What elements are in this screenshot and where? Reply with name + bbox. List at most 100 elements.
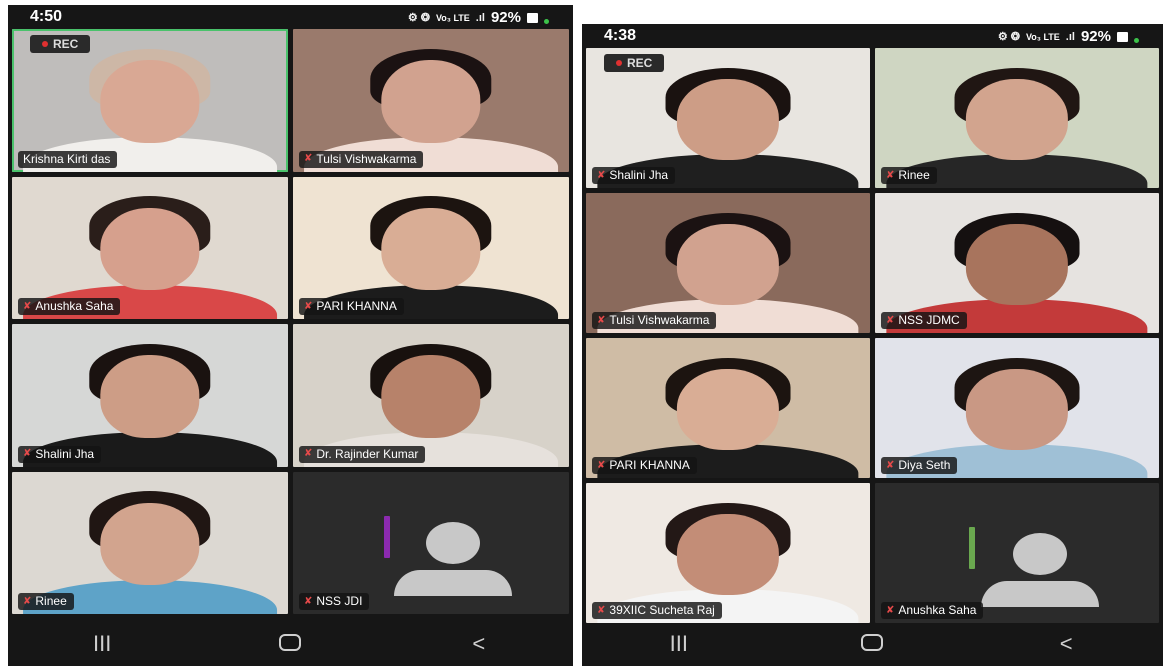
participant-face — [676, 368, 780, 450]
video-grid: Krishna Kirti das REC ✘ Tulsi Vishwakarma … — [12, 29, 569, 614]
mic-muted-icon: ✘ — [886, 314, 895, 326]
participant-tile[interactable]: ✘ Shalini Jha REC — [586, 48, 870, 188]
participant-name-tag: ✘ PARI KHANNA — [592, 457, 697, 474]
participant-name: NSS JDMC — [898, 313, 960, 327]
mic-muted-icon: ✘ — [304, 595, 313, 607]
participant-name: Tulsi Vishwakarma — [609, 313, 710, 327]
battery-icon — [1117, 31, 1128, 42]
participant-tile[interactable]: Krishna Kirti das REC — [12, 29, 288, 172]
recording-badge: REC — [30, 35, 91, 53]
home-button[interactable] — [842, 631, 902, 657]
participant-tile[interactable]: ✘ 39XIIC Sucheta Raj — [586, 483, 870, 623]
participant-face — [676, 513, 780, 595]
participant-tile[interactable]: ✘ Shalini Jha — [12, 324, 288, 467]
participant-name: Anushka Saha — [35, 299, 114, 313]
status-icons: ⚙ ❂ Vo₃ LTE .ıl 92% — [998, 28, 1139, 45]
participant-face — [100, 60, 200, 143]
participant-tile[interactable]: ✘ Dr. Rajinder Kumar — [293, 324, 569, 467]
participant-name: Krishna Kirti das — [23, 151, 111, 166]
status-icons: ⚙ ❂ Vo₃ LTE .ıl 92% — [408, 9, 549, 26]
participant-name: NSS JDI — [316, 594, 363, 608]
android-nav-bar: III < — [582, 622, 1163, 666]
recording-label: REC — [53, 37, 79, 51]
participant-name: Shalini Jha — [35, 446, 95, 461]
mic-muted-icon: ✘ — [886, 604, 895, 616]
status-bar: 4:38 ⚙ ❂ Vo₃ LTE .ıl 92% — [582, 24, 1163, 48]
mic-muted-icon: ✘ — [597, 314, 606, 326]
participant-name: Tulsi Vishwakarma — [316, 151, 417, 166]
participant-name: Shalini Jha — [609, 168, 669, 182]
participant-name-tag: ✘ Shalini Jha — [592, 167, 676, 184]
battery-percent: 92% — [1080, 28, 1111, 45]
signal-icon: .ıl — [1065, 30, 1075, 43]
participant-name-tag: ✘ NSS JDMC — [881, 312, 967, 329]
mic-muted-icon: ✘ — [597, 169, 606, 181]
alarm-bluetooth-icon: ⚙ ❂ — [997, 31, 1020, 43]
participant-tile[interactable]: ✘ Anushka Saha — [12, 176, 288, 319]
participant-face — [100, 355, 200, 438]
participant-name: Rinee — [898, 168, 930, 182]
participant-face — [100, 502, 200, 586]
mic-muted-icon: ✘ — [23, 448, 32, 459]
home-icon — [861, 634, 884, 651]
network-label: Vo₃ LTE — [435, 12, 470, 23]
participant-tile[interactable]: ✘ PARI KHANNA — [586, 338, 870, 478]
participant-name: Diya Seth — [898, 458, 951, 472]
participant-tile[interactable]: ✘ Anushka Saha — [875, 483, 1159, 623]
participant-name-tag: ✘ Anushka Saha — [18, 298, 121, 315]
participant-name-tag: ✘ Rinee — [881, 167, 937, 184]
participant-tile[interactable]: ✘ Rinee — [12, 471, 288, 614]
alarm-bluetooth-icon: ⚙ ❂ — [407, 12, 430, 24]
status-time: 4:50 — [30, 8, 63, 25]
participant-face — [965, 78, 1069, 160]
recent-apps-button[interactable]: III — [649, 631, 709, 657]
participant-tile[interactable]: ✘ NSS JDI — [293, 471, 569, 614]
camera-indicator-icon — [544, 19, 549, 24]
participant-name-tag: ✘ Diya Seth — [881, 457, 958, 474]
camera-indicator-icon — [1134, 38, 1139, 43]
participant-name-tag: ✘ 39XIIC Sucheta Raj — [592, 602, 722, 619]
participant-face — [381, 355, 481, 438]
participant-name-tag: ✘ NSS JDI — [299, 593, 370, 610]
signal-icon: .ıl — [475, 11, 485, 24]
recording-label: REC — [627, 56, 653, 70]
participant-name-tag: ✘ Tulsi Vishwakarma — [592, 312, 717, 329]
mic-muted-icon: ✘ — [886, 459, 895, 471]
android-nav-bar: III < — [8, 622, 573, 666]
mic-muted-icon: ✘ — [886, 169, 895, 181]
participant-face — [381, 207, 481, 291]
participant-face — [965, 223, 1069, 305]
audio-level-bar — [384, 515, 391, 558]
participant-face — [100, 207, 200, 291]
participant-tile[interactable]: ✘ Rinee — [875, 48, 1159, 188]
participant-tile[interactable]: ✘ Tulsi Vishwakarma — [293, 29, 569, 172]
participant-tile[interactable]: ✘ Diya Seth — [875, 338, 1159, 478]
mic-muted-icon: ✘ — [597, 459, 606, 471]
participant-name-tag: ✘ Rinee — [18, 593, 74, 610]
back-button[interactable]: < — [1036, 631, 1096, 657]
recording-badge: REC — [604, 54, 665, 72]
home-button[interactable] — [260, 631, 320, 657]
participant-name-tag: ✘ PARI KHANNA — [299, 298, 404, 315]
participant-name: Dr. Rajinder Kumar — [316, 446, 419, 461]
participant-face — [676, 78, 780, 160]
participant-face — [676, 223, 780, 305]
participant-name-tag: ✘ Tulsi Vishwakarma — [299, 150, 424, 168]
participant-tile[interactable]: ✘ Tulsi Vishwakarma — [586, 193, 870, 333]
home-icon — [279, 634, 302, 651]
participant-tile[interactable]: ✘ NSS JDMC — [875, 193, 1159, 333]
mic-muted-icon: ✘ — [304, 153, 313, 164]
mic-muted-icon: ✘ — [23, 300, 32, 312]
battery-percent: 92% — [490, 9, 521, 26]
audio-level-bar — [968, 527, 975, 569]
participant-face — [381, 60, 481, 143]
mic-muted-icon: ✘ — [304, 300, 313, 312]
participant-name-tag: ✘ Shalini Jha — [18, 445, 102, 463]
video-grid: ✘ Shalini Jha REC ✘ Rinee ✘ Tulsi Vishwakarm… — [586, 48, 1159, 623]
status-time: 4:38 — [604, 27, 637, 44]
participant-name-tag: Krishna Kirti das — [18, 150, 118, 168]
participant-name: 39XIIC Sucheta Raj — [609, 603, 715, 617]
back-button[interactable]: < — [449, 631, 509, 657]
participant-tile[interactable]: ✘ PARI KHANNA — [293, 176, 569, 319]
recent-apps-button[interactable]: III — [72, 631, 132, 657]
